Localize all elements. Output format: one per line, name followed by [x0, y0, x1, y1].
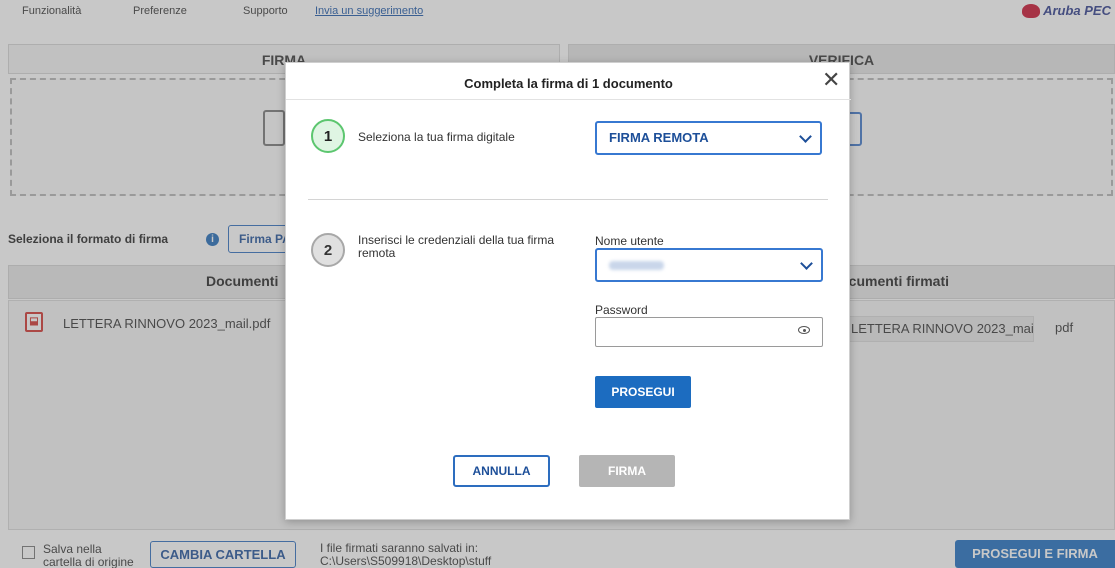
step-1-label: Seleziona la tua firma digitale: [358, 130, 515, 144]
redacted-username: [609, 261, 664, 270]
chevron-down-icon: [800, 257, 813, 270]
eye-icon[interactable]: [798, 326, 810, 334]
proceed-button[interactable]: PROSEGUI: [595, 376, 691, 408]
signature-type-value: FIRMA REMOTA: [609, 130, 709, 145]
step-2-label: Inserisci le credenziali della tua firma…: [358, 233, 555, 260]
username-select[interactable]: [595, 248, 823, 282]
chevron-down-icon: [799, 130, 812, 143]
sign-dialog: Completa la firma di 1 documento ✕ 1 Sel…: [285, 62, 851, 520]
step-divider: [308, 199, 828, 200]
signature-type-select[interactable]: FIRMA REMOTA: [595, 121, 822, 155]
username-label: Nome utente: [595, 234, 664, 248]
sign-button[interactable]: FIRMA: [579, 455, 675, 487]
close-icon[interactable]: ✕: [822, 69, 840, 91]
eye-pupil: [803, 329, 806, 332]
cancel-button[interactable]: ANNULLA: [453, 455, 550, 487]
step-1-badge: 1: [311, 119, 345, 153]
password-input[interactable]: [595, 317, 823, 347]
dialog-title: Completa la firma di 1 documento: [464, 76, 673, 91]
step-2-badge: 2: [311, 233, 345, 267]
password-label: Password: [595, 303, 648, 317]
title-divider: [286, 99, 851, 100]
